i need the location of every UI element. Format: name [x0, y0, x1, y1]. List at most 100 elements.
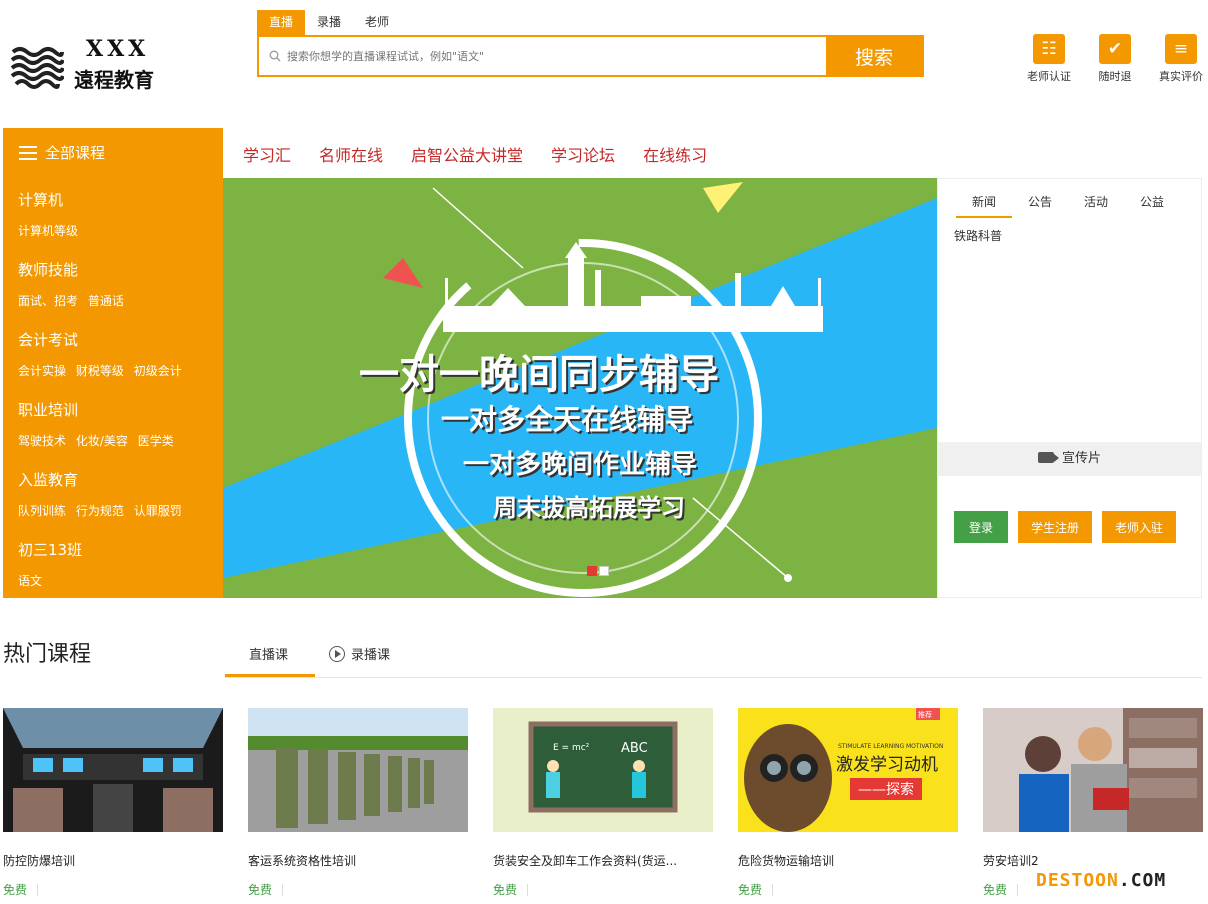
search-button[interactable]: 搜索 — [826, 37, 922, 75]
category-teacher-skills: 教师技能 面试、招考 普通话 — [18, 260, 223, 330]
subcategory-link[interactable]: 医学类 — [138, 434, 174, 448]
wave-logo-icon — [10, 39, 64, 91]
course-thumbnail[interactable] — [3, 708, 223, 832]
course-card[interactable]: 防控防爆培训 免费 — [3, 708, 223, 898]
ad-caption: STIMULATE LEARNING MOTIVATION — [838, 743, 943, 750]
course-thumbnail[interactable]: 推荐 STIMULATE LEARNING MOTIVATION 激发学习动机 … — [738, 708, 958, 832]
tab-recorded-courses[interactable]: 录播课 — [329, 644, 390, 663]
tab-news[interactable]: 新闻 — [956, 193, 1012, 218]
carousel-dot[interactable] — [587, 566, 597, 576]
logo-subtitle: 遠程教育 — [74, 68, 154, 92]
category-title[interactable]: 会计考试 — [18, 330, 223, 350]
ad-subtitle: ——探索 — [858, 781, 914, 798]
subcategory-link[interactable]: 队列训练 — [18, 504, 66, 518]
feature-refund[interactable]: ✔ 随时退 — [1086, 34, 1144, 84]
category-title[interactable]: 入监教育 — [18, 470, 223, 490]
subcategory-link[interactable]: 普通话 — [88, 294, 124, 308]
carousel-indicators — [587, 566, 609, 576]
course-card[interactable]: E = mc² ABC 货装安全及卸车工作会资料(货运... 免费 — [493, 708, 713, 898]
search-tab-live[interactable]: 直播 — [257, 10, 306, 36]
nav-link-forum[interactable]: 学习论坛 — [551, 142, 615, 166]
student-register-button[interactable]: 学生注册 — [1018, 511, 1092, 543]
active-tab-indicator — [225, 674, 315, 677]
top-nav: 学习汇 名师在线 启智公益大讲堂 学习论坛 在线练习 — [243, 142, 707, 166]
category-computer: 计算机 计算机等级 — [18, 190, 223, 260]
watermark: DESTOON.COM — [1036, 870, 1166, 891]
promo-video-link[interactable]: 宣传片 — [938, 442, 1201, 476]
tab-live-courses[interactable]: 直播课 — [249, 644, 288, 663]
category-prison-education: 入监教育 队列训练 行为规范 认罪服罚 — [18, 470, 223, 540]
course-price: 免费 — [738, 881, 958, 898]
course-title[interactable]: 防控防爆培训 — [3, 852, 223, 869]
nav-link-study-hub[interactable]: 学习汇 — [243, 142, 291, 166]
cockpit-image — [3, 708, 223, 832]
teacher-certification-icon: ☷ — [1033, 34, 1065, 64]
login-button[interactable]: 登录 — [954, 511, 1008, 543]
news-item[interactable]: 铁路科普 — [954, 227, 1002, 244]
tab-announcements[interactable]: 公告 — [1012, 193, 1068, 218]
teacher-join-button[interactable]: 老师入驻 — [1102, 511, 1176, 543]
feature-teacher-certification[interactable]: ☷ 老师认证 — [1020, 34, 1078, 84]
chalkboard-image: E = mc² ABC — [493, 708, 713, 832]
hot-courses-title: 热门课程 — [3, 642, 92, 667]
video-camera-icon — [1037, 452, 1059, 463]
subcategory-link[interactable]: 行为规范 — [76, 504, 124, 518]
banner-slogan: 一对多晚间作业辅导 — [463, 450, 698, 480]
motivation-ad-image: 推荐 STIMULATE LEARNING MOTIVATION 激发学习动机 … — [738, 708, 958, 832]
subcategory-link[interactable]: 化妆/美容 — [76, 434, 128, 448]
search-bar: 搜索 — [257, 35, 924, 77]
course-title[interactable]: 货装安全及卸车工作会资料(货运... — [493, 852, 713, 869]
nav-link-online-practice[interactable]: 在线练习 — [643, 142, 707, 166]
board-abc: ABC — [621, 741, 648, 756]
search-icon — [269, 50, 281, 62]
course-price: 免费 — [493, 881, 713, 898]
tab-activities[interactable]: 活动 — [1068, 193, 1124, 218]
search-type-tabs: 直播 录播 老师 — [257, 10, 401, 36]
subcategory-link[interactable]: 计算机等级 — [18, 224, 78, 238]
category-title[interactable]: 初三13班 — [18, 540, 223, 560]
course-thumbnail[interactable] — [983, 708, 1203, 832]
all-courses-button[interactable]: 全部课程 — [3, 128, 223, 178]
category-title[interactable]: 教师技能 — [18, 260, 223, 280]
subcategory-link[interactable]: 驾驶技术 — [18, 434, 66, 448]
course-list: 防控防爆培训 免费 客运系统资格性培训 免费 E = mc² ABC 货装安全及… — [3, 708, 1203, 898]
category-title[interactable]: 职业培训 — [18, 400, 223, 420]
menu-icon — [19, 146, 37, 160]
course-thumbnail[interactable] — [248, 708, 468, 832]
nav-link-charity-lecture[interactable]: 启智公益大讲堂 — [411, 142, 523, 166]
subcategory-link[interactable]: 初级会计 — [134, 364, 182, 378]
search-input[interactable] — [259, 37, 826, 75]
nav-link-famous-teachers[interactable]: 名师在线 — [319, 142, 383, 166]
play-icon — [329, 646, 345, 662]
promo-label: 宣传片 — [1061, 451, 1101, 466]
feature-review[interactable]: ≡ 真实评价 — [1152, 34, 1208, 84]
subcategory-link[interactable]: 会计实操 — [18, 364, 66, 378]
feature-label: 随时退 — [1098, 70, 1132, 83]
site-logo[interactable]: XXX 遠程教育 — [10, 34, 170, 98]
subcategory-link[interactable]: 财税等级 — [76, 364, 124, 378]
hero-banner[interactable]: 一对一晚间同步辅导 一对多全天在线辅导 一对多晚间作业辅导 周末拔高拓展学习 — [223, 178, 937, 598]
ad-tag: 推荐 — [918, 710, 932, 719]
carousel-dot[interactable] — [599, 566, 609, 576]
tab-label: 录播课 — [351, 648, 391, 663]
students-reading-image — [983, 708, 1203, 832]
course-thumbnail[interactable]: E = mc² ABC — [493, 708, 713, 832]
course-title[interactable]: 危险货物运输培训 — [738, 852, 958, 869]
banner-slogan: 周末拔高拓展学习 — [493, 494, 685, 522]
search-tab-recorded[interactable]: 录播 — [305, 10, 353, 36]
subcategory-link[interactable]: 认罪服罚 — [134, 504, 182, 518]
subcategory-link[interactable]: 语文 — [18, 574, 42, 588]
banner-slogan: 一对一晚间同步辅导 — [359, 352, 719, 398]
course-card[interactable]: 推荐 STIMULATE LEARNING MOTIVATION 激发学习动机 … — [738, 708, 958, 898]
subcategory-link[interactable]: 面试、招考 — [18, 294, 78, 308]
hot-courses-tabs: 直播课 录播课 — [225, 636, 1202, 678]
category-title[interactable]: 计算机 — [18, 190, 223, 210]
search-tab-teacher[interactable]: 老师 — [353, 10, 401, 36]
course-card[interactable]: 客运系统资格性培训 免费 — [248, 708, 468, 898]
category-vocational: 职业培训 驾驶技术 化妆/美容 医学类 — [18, 400, 223, 470]
course-title[interactable]: 客运系统资格性培训 — [248, 852, 468, 869]
logo-title: XXX — [86, 36, 150, 62]
tab-charity[interactable]: 公益 — [1124, 193, 1180, 218]
auth-buttons: 登录 学生注册 老师入驻 — [954, 511, 1176, 543]
course-title[interactable]: 劳安培训2 — [983, 852, 1203, 869]
